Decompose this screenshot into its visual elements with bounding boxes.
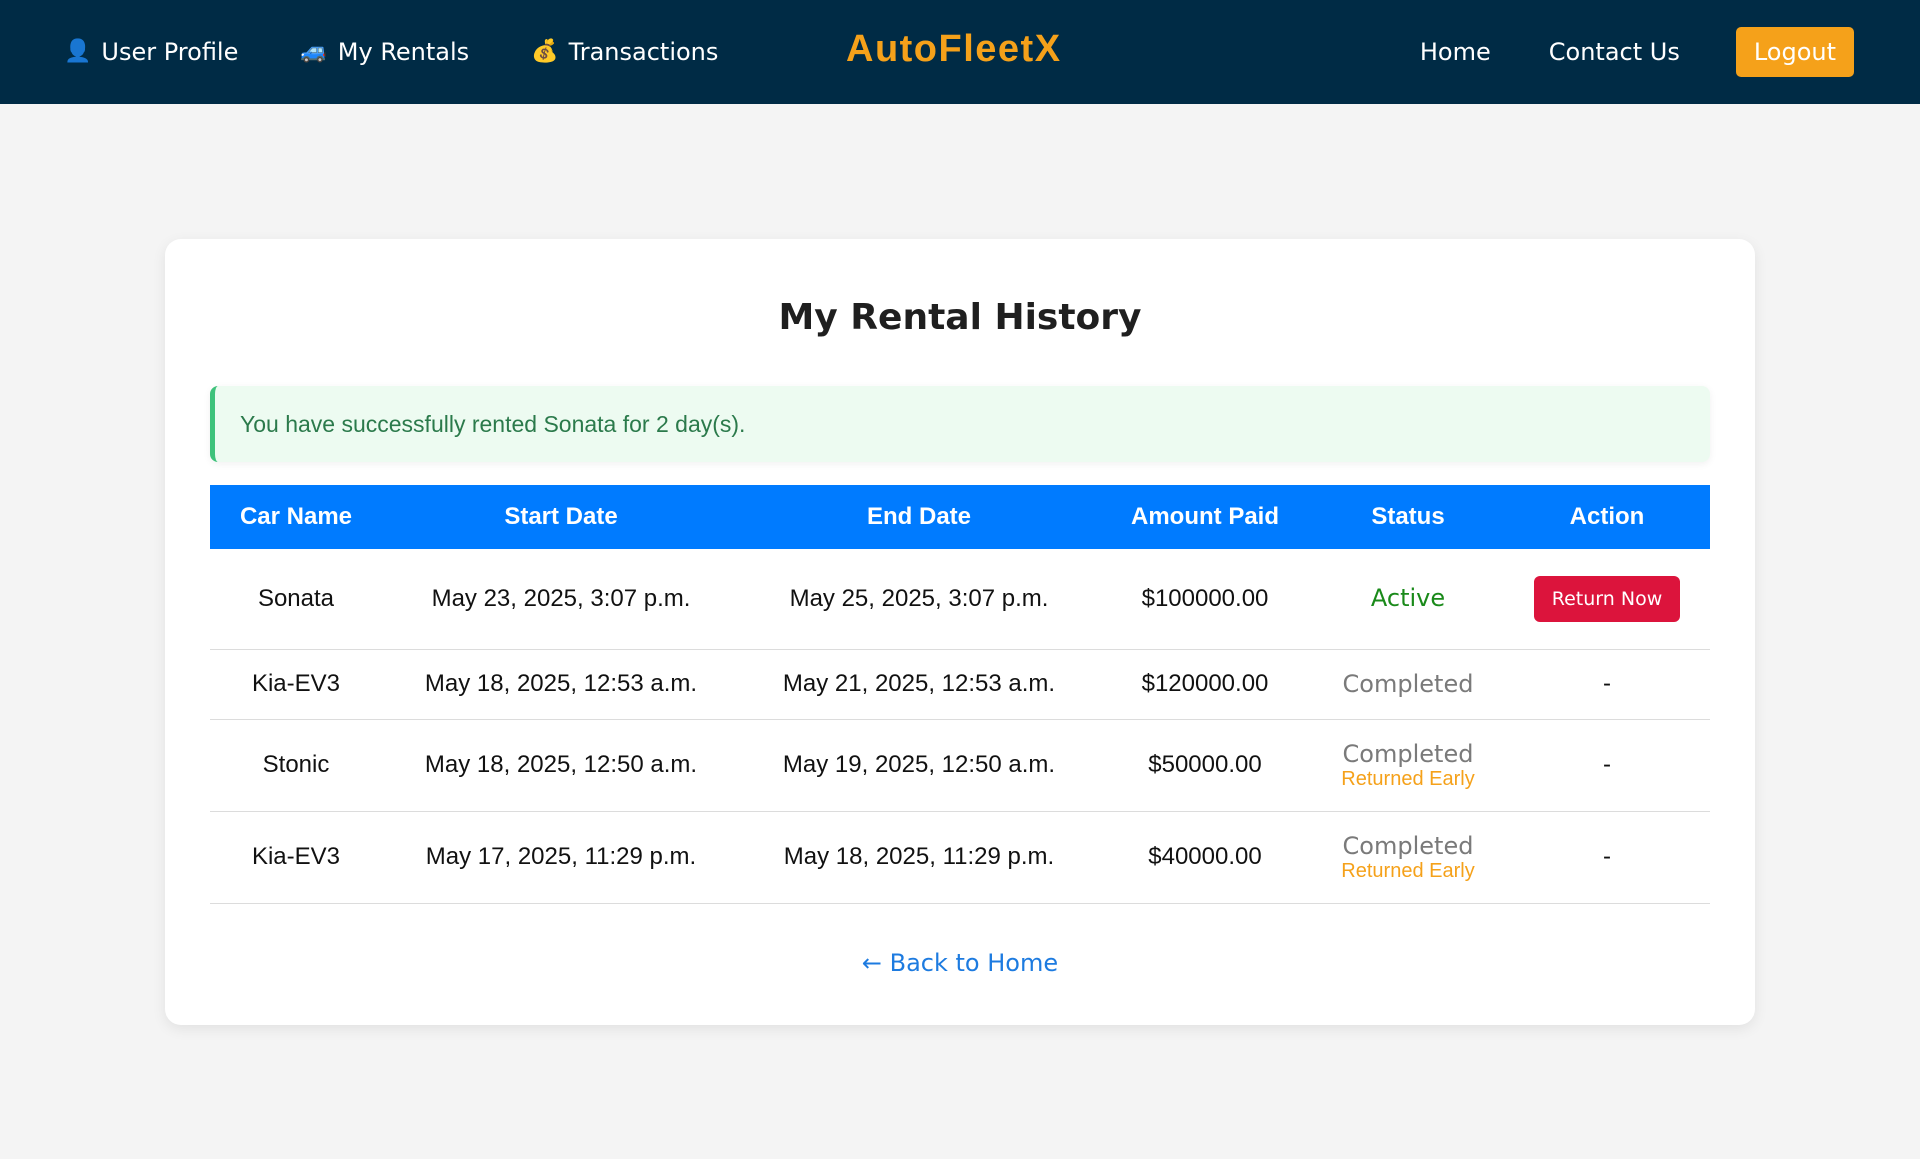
table-row: Kia-EV3 May 18, 2025, 12:53 a.m. May 21,… [210,649,1710,720]
status-note-returned-early: Returned Early [1341,859,1475,882]
column-header-status: Status [1312,485,1504,549]
success-alert-message: You have successfully rented Sonata for … [240,410,746,437]
cell-car-name: Kia-EV3 [210,649,382,720]
nav-user-profile-link[interactable]: 👤 User Profile [64,38,238,66]
cell-action: - [1504,649,1710,720]
nav-left-group: 👤 User Profile 🚙 My Rentals 💰 Transactio… [64,0,718,104]
table-row: Stonic May 18, 2025, 12:50 a.m. May 19, … [210,719,1710,812]
page-title: My Rental History [778,297,1142,338]
cell-start-date: May 17, 2025, 11:29 p.m. [382,811,740,904]
table-header-row: Car Name Start Date End Date Amount Paid… [210,485,1710,549]
cell-action: Return Now [1504,549,1710,650]
rental-history-card: My Rental History You have successfully … [165,239,1755,1025]
nav-transactions-label: Transactions [568,38,719,66]
cell-status: Completed Returned Early [1312,811,1504,904]
column-header-end-date: End Date [740,485,1098,549]
column-header-action: Action [1504,485,1710,549]
column-header-start-date: Start Date [382,485,740,549]
cell-status: Completed [1312,649,1504,720]
status-note-returned-early: Returned Early [1341,767,1475,790]
nav-right-group: Home Contact Us Logout [1420,0,1854,104]
cell-start-date: May 18, 2025, 12:53 a.m. [382,649,740,720]
cell-amount-paid: $100000.00 [1098,549,1312,650]
table-row: Sonata May 23, 2025, 3:07 p.m. May 25, 2… [210,549,1710,650]
nav-my-rentals-label: My Rentals [337,38,470,66]
status-badge-completed: Completed [1342,739,1474,768]
back-to-home-link[interactable]: ← Back to Home [165,949,1755,977]
column-header-amount-paid: Amount Paid [1098,485,1312,549]
car-icon: 🚙 [300,39,328,64]
cell-amount-paid: $120000.00 [1098,649,1312,720]
cell-end-date: May 21, 2025, 12:53 a.m. [740,649,1098,720]
cell-amount-paid: $40000.00 [1098,811,1312,904]
nav-user-profile-label: User Profile [101,38,239,66]
cell-status: Completed Returned Early [1312,719,1504,812]
top-navbar: 👤 User Profile 🚙 My Rentals 💰 Transactio… [0,0,1920,104]
cell-end-date: May 25, 2025, 3:07 p.m. [740,549,1098,650]
cell-action: - [1504,719,1710,812]
nav-home-link[interactable]: Home [1420,38,1491,66]
cell-car-name: Kia-EV3 [210,811,382,904]
status-badge-completed: Completed [1342,670,1474,698]
cell-car-name: Sonata [210,549,382,650]
cell-amount-paid: $50000.00 [1098,719,1312,812]
cell-action: - [1504,811,1710,904]
nav-my-rentals-link[interactable]: 🚙 My Rentals [300,38,469,66]
cell-start-date: May 23, 2025, 3:07 p.m. [382,549,740,650]
cell-end-date: May 19, 2025, 12:50 a.m. [740,719,1098,812]
status-badge-active: Active [1370,584,1446,613]
cell-start-date: May 18, 2025, 12:50 a.m. [382,719,740,812]
nav-transactions-link[interactable]: 💰 Transactions [531,38,718,66]
logout-button[interactable]: Logout [1735,27,1854,77]
column-header-car-name: Car Name [210,485,382,549]
brand-logo-text[interactable]: AutoFleetX [846,28,1062,71]
cell-end-date: May 18, 2025, 11:29 p.m. [740,811,1098,904]
user-icon: 👤 [64,39,92,64]
table-row: Kia-EV3 May 17, 2025, 11:29 p.m. May 18,… [210,811,1710,904]
rental-history-table: Car Name Start Date End Date Amount Paid… [210,485,1710,904]
nav-contact-link[interactable]: Contact Us [1549,38,1680,66]
cell-status: Active [1312,549,1504,650]
status-badge-completed: Completed [1342,831,1474,860]
success-alert: You have successfully rented Sonata for … [210,386,1710,462]
money-bag-icon: 💰 [531,39,559,64]
cell-car-name: Stonic [210,719,382,812]
return-now-button[interactable]: Return Now [1533,575,1681,622]
